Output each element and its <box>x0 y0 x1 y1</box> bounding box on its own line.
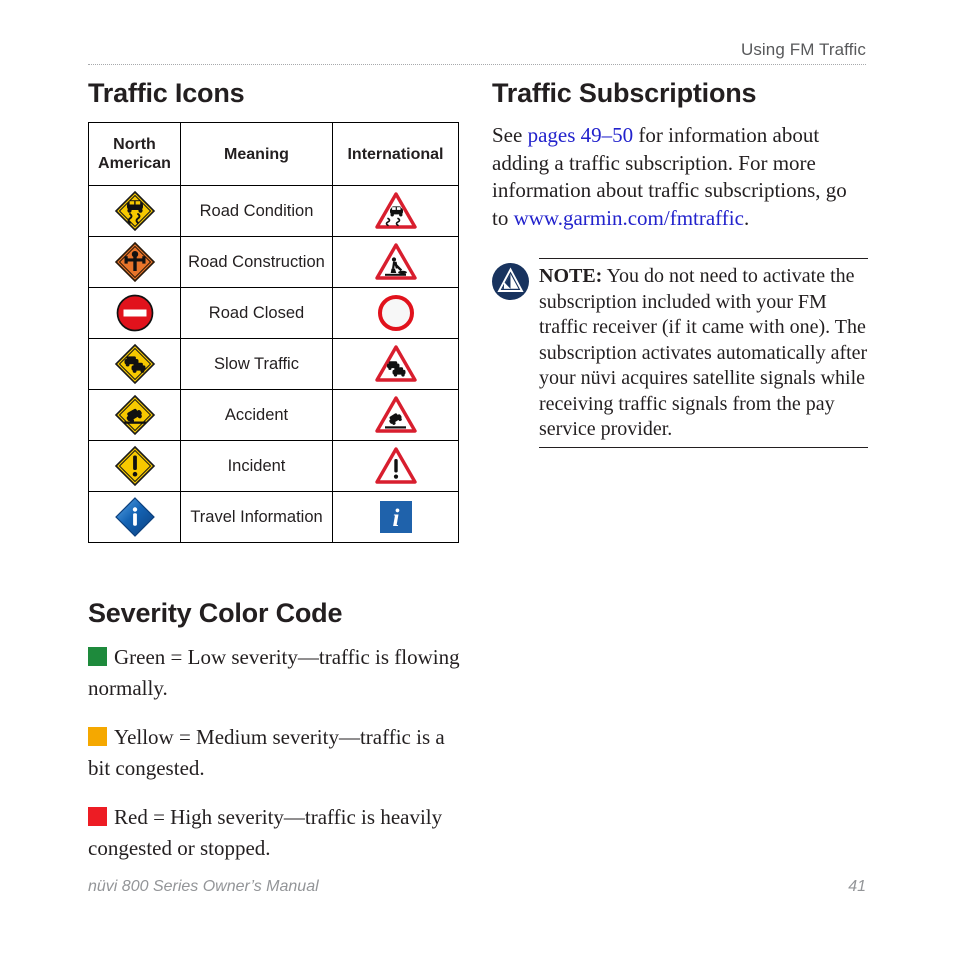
garmin-note-icon <box>492 263 529 300</box>
international-icon-cell <box>332 338 459 390</box>
incident-red-triangle-icon <box>333 441 458 491</box>
table-header-row: North American Meaning International <box>88 122 459 186</box>
north-american-icon-cell <box>88 338 181 390</box>
manual-page: Using FM Traffic Traffic Icons North Ame… <box>0 0 954 954</box>
column-header-international: International <box>332 122 459 186</box>
table-row: Road Closed <box>88 287 459 339</box>
footer-page-number: 41 <box>848 878 866 895</box>
column-header-north-american: North American <box>88 122 181 186</box>
severity-item-yellow: Yellow = Medium severity—traffic is a bi… <box>88 722 468 784</box>
green-severity-swatch <box>88 647 107 666</box>
red-severity-swatch <box>88 807 107 826</box>
header-divider <box>88 64 866 65</box>
traffic-subscriptions-heading: Traffic Subscriptions <box>492 78 757 108</box>
page-header: Using FM Traffic <box>88 40 866 65</box>
paragraph-text-part1: See <box>492 123 528 147</box>
severity-text-yellow: Yellow = Medium severity—traffic is a bi… <box>88 725 445 780</box>
do-not-enter-red-circle-icon <box>89 288 180 338</box>
north-american-icon-cell <box>88 236 181 288</box>
travel-information-blue-diamond-icon <box>89 492 180 542</box>
international-icon-cell <box>332 185 459 237</box>
accident-red-triangle-icon <box>333 390 458 440</box>
traffic-icons-heading: Traffic Icons <box>88 78 245 108</box>
left-column: Traffic Icons North American Meaning Int… <box>88 78 460 543</box>
severity-text-green: Green = Low severity—traffic is flowing … <box>88 645 460 700</box>
table-row: Road Condition <box>88 185 459 237</box>
table-row: Road Construction <box>88 236 459 288</box>
pages-49-50-link[interactable]: pages 49–50 <box>528 123 634 147</box>
note-bottom-rule <box>539 446 868 448</box>
note-callout: NOTE: You do not need to activate the su… <box>492 258 868 448</box>
running-header-title: Using FM Traffic <box>740 40 866 59</box>
page-footer: nüvi 800 Series Owner’s Manual 41 <box>88 878 866 896</box>
meaning-cell: Road Closed <box>180 287 333 339</box>
road-work-red-triangle-icon <box>333 237 458 287</box>
international-icon-cell <box>332 440 459 492</box>
international-icon-cell <box>332 236 459 288</box>
traffic-icons-table: North American Meaning International Roa… <box>88 122 459 543</box>
note-label: NOTE: <box>539 265 603 287</box>
travel-information-blue-square-icon: i <box>333 492 458 542</box>
traffic-queue-red-triangle-icon <box>333 339 458 389</box>
footer-manual-title: nüvi 800 Series Owner’s Manual <box>88 878 319 895</box>
incident-yellow-diamond-icon <box>89 441 180 491</box>
north-american-icon-cell <box>88 491 181 543</box>
column-header-meaning: Meaning <box>180 122 333 186</box>
meaning-cell: Road Condition <box>180 185 333 237</box>
note-text: NOTE: You do not need to activate the su… <box>539 259 868 447</box>
severity-heading: Severity Color Code <box>88 598 343 628</box>
slippery-road-red-triangle-icon <box>333 186 458 236</box>
north-american-icon-cell <box>88 185 181 237</box>
severity-item-red: Red = High severity—traffic is heavily c… <box>88 802 468 864</box>
meaning-cell: Incident <box>180 440 333 492</box>
garmin-fmtraffic-link[interactable]: www.garmin.com/fmtraffic <box>514 206 744 230</box>
traffic-subscriptions-paragraph: See pages 49–50 for information about ad… <box>492 122 868 232</box>
north-american-icon-cell <box>88 440 181 492</box>
meaning-cell: Travel Information <box>180 491 333 543</box>
road-closed-red-circle-icon <box>333 288 458 338</box>
meaning-cell: Accident <box>180 389 333 441</box>
svg-text:i: i <box>392 505 399 532</box>
slippery-road-yellow-diamond-icon <box>89 186 180 236</box>
international-icon-cell: i <box>332 491 459 543</box>
table-row: Travel Information i <box>88 491 459 543</box>
international-icon-cell <box>332 287 459 339</box>
severity-text-red: Red = High severity—traffic is heavily c… <box>88 805 443 860</box>
north-american-icon-cell <box>88 389 181 441</box>
meaning-cell: Road Construction <box>180 236 333 288</box>
accident-yellow-diamond-icon <box>89 390 180 440</box>
road-work-orange-diamond-icon <box>89 237 180 287</box>
slow-traffic-yellow-diamond-icon <box>89 339 180 389</box>
north-american-icon-cell <box>88 287 181 339</box>
meaning-cell: Slow Traffic <box>180 338 333 390</box>
severity-color-code-section: Severity Color Code Green = Low severity… <box>88 598 468 882</box>
table-row: Slow Traffic <box>88 338 459 390</box>
yellow-severity-swatch <box>88 727 107 746</box>
table-row: Accident <box>88 389 459 441</box>
note-body-text: You do not need to activate the subscrip… <box>539 265 868 440</box>
table-row: Incident <box>88 440 459 492</box>
international-icon-cell <box>332 389 459 441</box>
severity-item-green: Green = Low severity—traffic is flowing … <box>88 642 468 704</box>
right-column: Traffic Subscriptions See pages 49–50 fo… <box>492 78 868 448</box>
paragraph-text-part3: . <box>743 205 750 230</box>
